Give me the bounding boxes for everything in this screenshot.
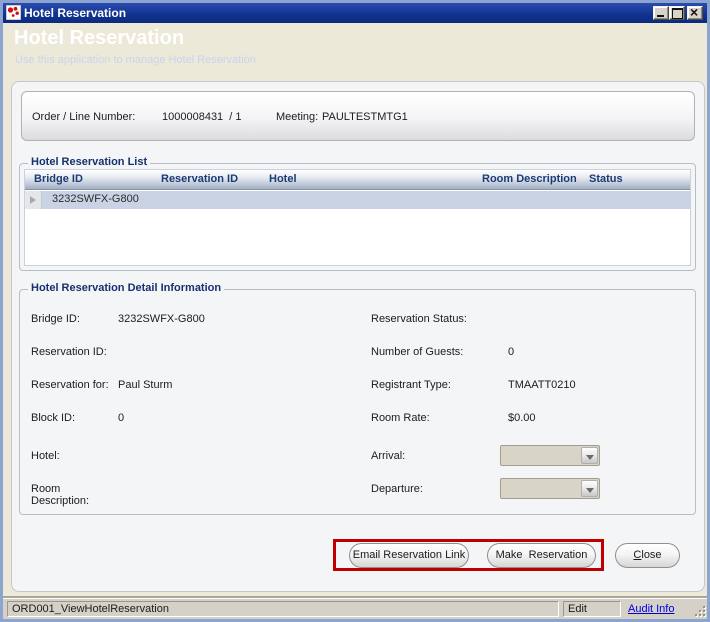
cell-bridge-id: 3232SWFX-G800 — [52, 193, 139, 205]
detail-title: Hotel Reservation Detail Information — [28, 282, 225, 294]
room-rate-value: $0.00 — [508, 412, 536, 424]
departure-dropdown[interactable] — [500, 478, 600, 499]
meeting-label: Meeting: — [276, 111, 319, 123]
column-header-bridge-id[interactable]: Bridge ID — [34, 173, 83, 185]
reservation-id-label: Reservation ID: — [31, 346, 107, 358]
page-subtitle: Use this application to manage Hotel Res… — [15, 54, 256, 66]
make-reservation-button[interactable]: Make Reservation — [487, 543, 596, 568]
reservation-for-value: Paul Sturm — [118, 379, 173, 391]
number-of-guests-label: Number of Guests: — [371, 346, 464, 358]
arrival-label: Arrival: — [371, 450, 406, 462]
title-bar[interactable]: Hotel Reservation — [3, 3, 707, 23]
audit-info-link[interactable]: Audit Info — [628, 603, 674, 615]
block-id-label: Block ID: — [31, 412, 76, 424]
hotel-label: Hotel: — [31, 450, 60, 462]
table-row[interactable]: 3232SWFX-G800 — [25, 191, 690, 209]
page-title: Hotel Reservation — [14, 27, 185, 49]
status-audit-panel: Audit Info — [624, 601, 688, 617]
chevron-down-icon[interactable] — [581, 480, 598, 497]
hotel-reservation-window: Hotel Reservation Hotel Reservation Use … — [0, 0, 710, 622]
window-title: Hotel Reservation — [24, 6, 127, 20]
registrant-type-label: Registrant Type: — [371, 379, 451, 391]
bridge-id-value: 3232SWFX-G800 — [118, 313, 205, 325]
page-banner: Hotel Reservation Use this application t… — [3, 23, 707, 78]
status-mode-badge: Edit — [563, 601, 621, 617]
close-icon[interactable] — [687, 4, 703, 20]
maximize-icon[interactable] — [669, 6, 685, 20]
grid-header-row: Bridge ID Reservation ID Hotel Room Desc… — [25, 170, 690, 190]
order-line-number-label: Order / Line Number: — [32, 111, 136, 123]
order-line-number-value: 1000008431 / 1 — [162, 111, 242, 123]
meeting-value: PAULTESTMTG1 — [322, 111, 408, 123]
arrival-dropdown[interactable] — [500, 445, 600, 466]
bridge-id-label: Bridge ID: — [31, 313, 80, 325]
column-header-room-description[interactable]: Room Description — [482, 173, 577, 185]
reservation-list-title: Hotel Reservation List — [28, 156, 151, 168]
order-info-bar: Order / Line Number: 1000008431 / 1 Meet… — [21, 91, 695, 141]
app-icon — [6, 5, 21, 20]
status-context: ORD001_ViewHotelReservation — [7, 601, 559, 617]
status-bar: ORD001_ViewHotelReservation Edit Audit I… — [3, 598, 707, 619]
minimize-icon[interactable] — [653, 6, 669, 20]
close-button-label: lose — [641, 549, 662, 561]
column-header-reservation-id[interactable]: Reservation ID — [161, 173, 238, 185]
reservation-status-label: Reservation Status: — [371, 313, 467, 325]
departure-label: Departure: — [371, 483, 423, 495]
number-of-guests-value: 0 — [508, 346, 515, 358]
reservation-for-label: Reservation for: — [31, 379, 109, 391]
chevron-down-icon[interactable] — [581, 447, 598, 464]
column-header-status[interactable]: Status — [589, 173, 623, 185]
room-description-label: Room Description: — [31, 483, 90, 507]
column-header-hotel[interactable]: Hotel — [269, 173, 297, 185]
close-button[interactable]: Close — [615, 543, 680, 568]
row-selector-arrow-icon[interactable] — [25, 191, 42, 209]
registrant-type-value: TMAATT0210 — [508, 379, 576, 391]
resize-grip-icon[interactable] — [693, 604, 705, 616]
block-id-value: 0 — [118, 412, 125, 424]
reservation-grid: Bridge ID Reservation ID Hotel Room Desc… — [24, 169, 691, 266]
email-reservation-link-button[interactable]: Email Reservation Link — [349, 543, 469, 568]
room-rate-label: Room Rate: — [371, 412, 430, 424]
